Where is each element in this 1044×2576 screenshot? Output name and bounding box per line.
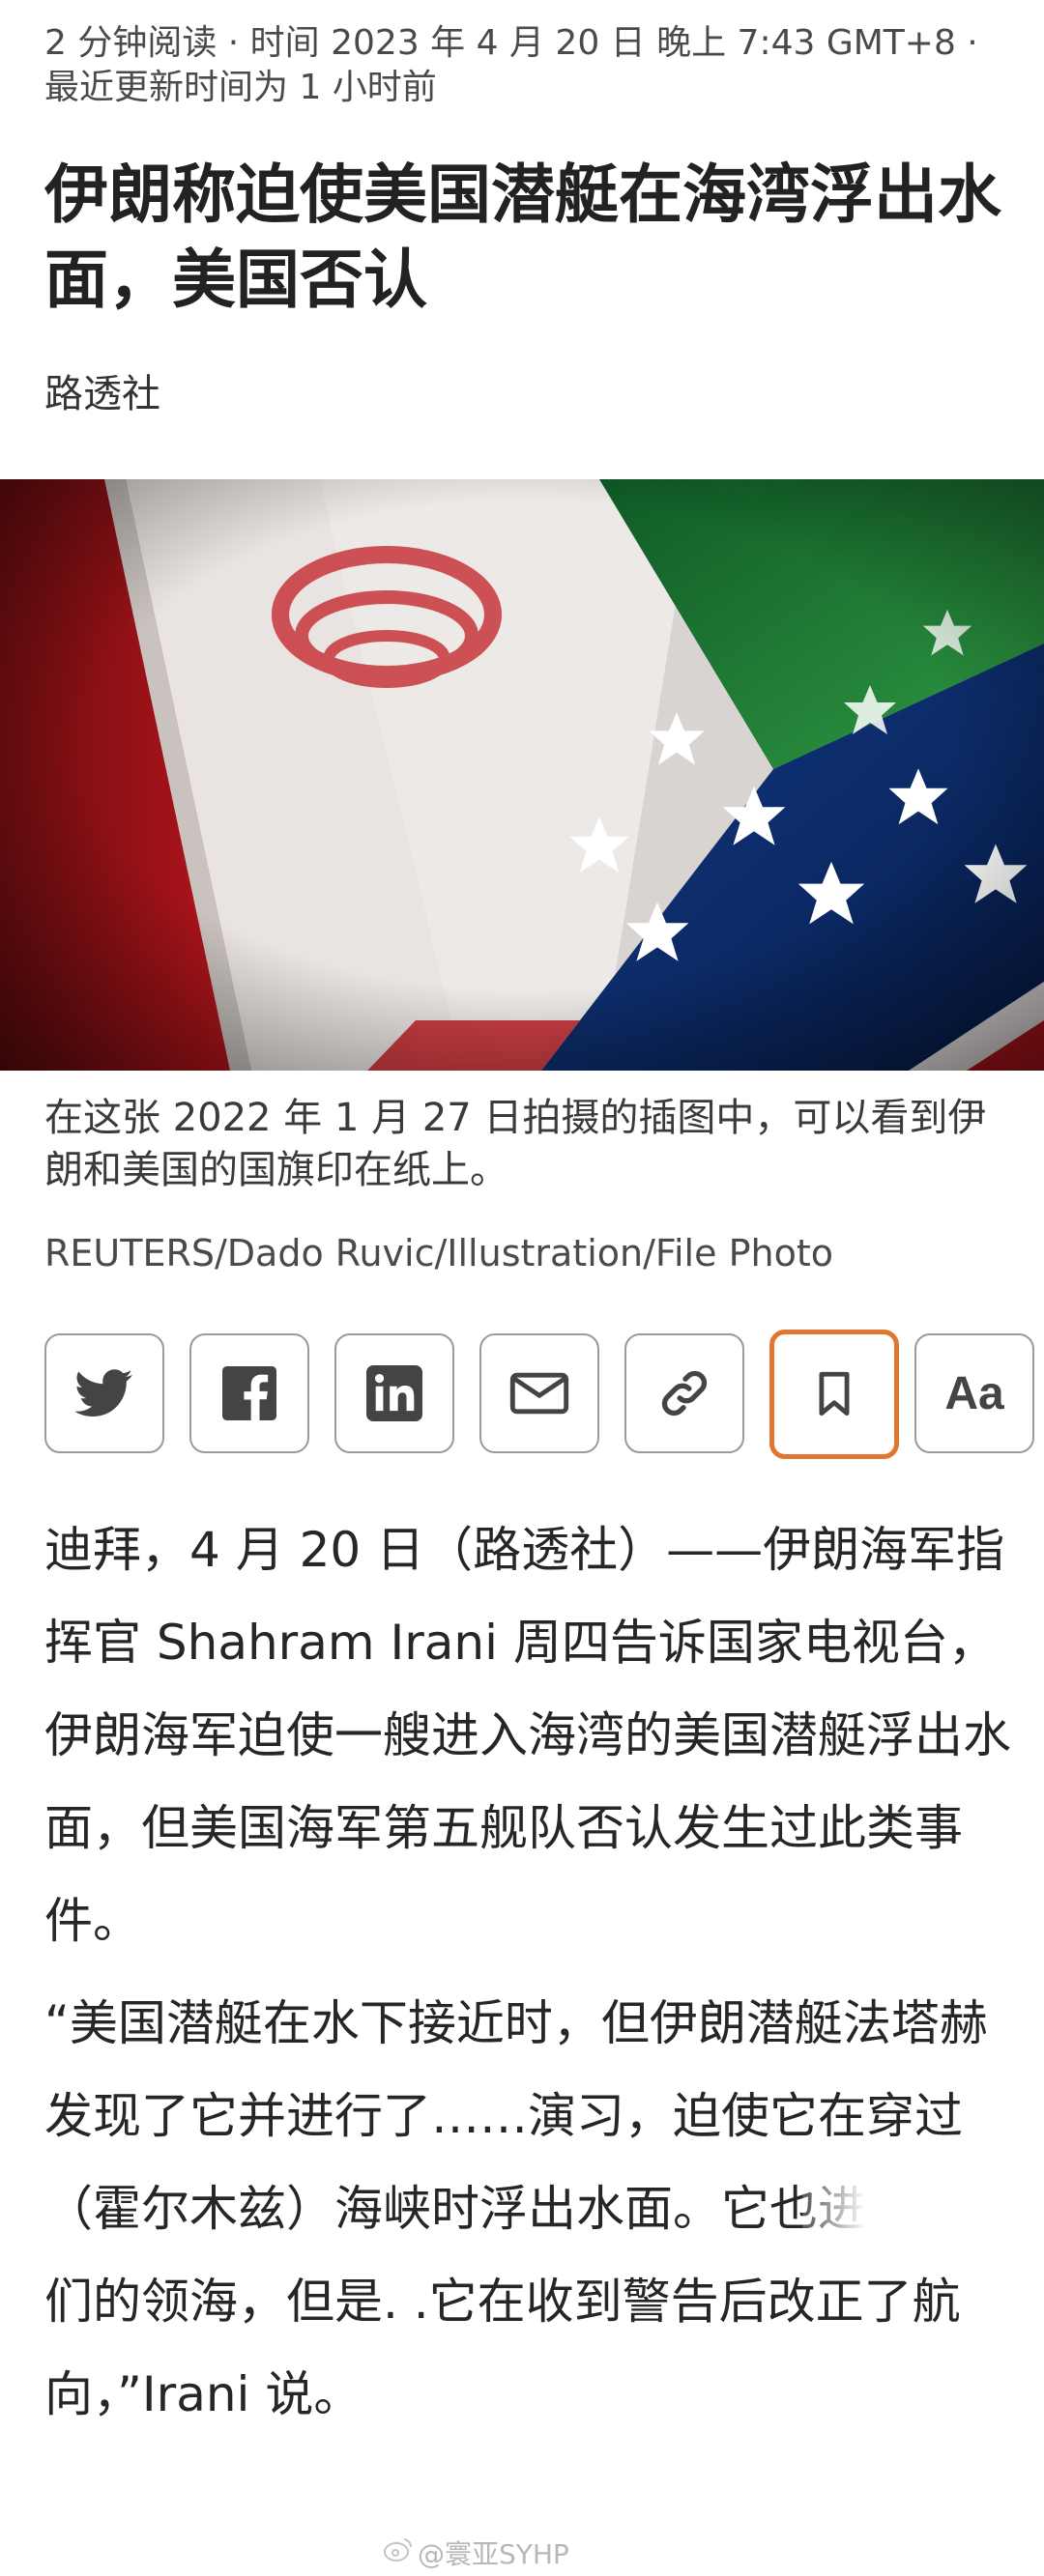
photo-credit: REUTERS/Dado Ruvic/Illustration/File Pho…: [44, 1232, 833, 1274]
hero-image: [0, 479, 1044, 1071]
copy-link-button[interactable]: [624, 1333, 744, 1453]
share-twitter-button[interactable]: [44, 1333, 164, 1453]
photo-caption: 在这张 2022 年 1 月 27 日拍摄的插图中，可以看到伊朗和美国的国旗印在…: [44, 1096, 987, 1192]
article-meta: 2 分钟阅读 · 时间 2023 年 4 月 20 日 晚上 7:43 GMT+…: [44, 21, 1011, 110]
article-updated: 最近更新时间为 1 小时前: [44, 68, 437, 107]
share-linkedin-button[interactable]: [334, 1333, 454, 1453]
article-byline[interactable]: 路透社: [44, 369, 160, 419]
share-email-button[interactable]: [479, 1333, 599, 1453]
body-paragraph-1: 迪拜，4 月 20 日（路透社）——伊朗海军指挥官 Shahram Irani …: [44, 1522, 1011, 1949]
share-bar: Aa: [44, 1330, 1044, 1459]
text-size-label: Aa: [944, 1367, 1004, 1419]
flags-illustration: [0, 479, 1044, 1071]
article-headline: 伊朗称迫使美国潜艇在海湾浮出水面，美国否认: [44, 157, 1001, 317]
screenshot-tear-overlay: [802, 2174, 1015, 2251]
email-icon: [509, 1372, 569, 1415]
bookmark-button[interactable]: [769, 1330, 899, 1459]
link-icon: [661, 1370, 708, 1417]
bookmark-icon: [819, 1371, 850, 1417]
facebook-icon: [222, 1366, 276, 1420]
text-size-button[interactable]: Aa: [914, 1333, 1034, 1453]
weibo-icon: [384, 2538, 413, 2562]
twitter-icon: [75, 1369, 132, 1417]
share-facebook-button[interactable]: [189, 1333, 309, 1453]
linkedin-icon: [366, 1365, 422, 1421]
article-timestamp: 2 分钟阅读 · 时间 2023 年 4 月 20 日 晚上 7:43 GMT+…: [44, 23, 978, 63]
watermark: @寰亚SYHP: [418, 2538, 569, 2570]
